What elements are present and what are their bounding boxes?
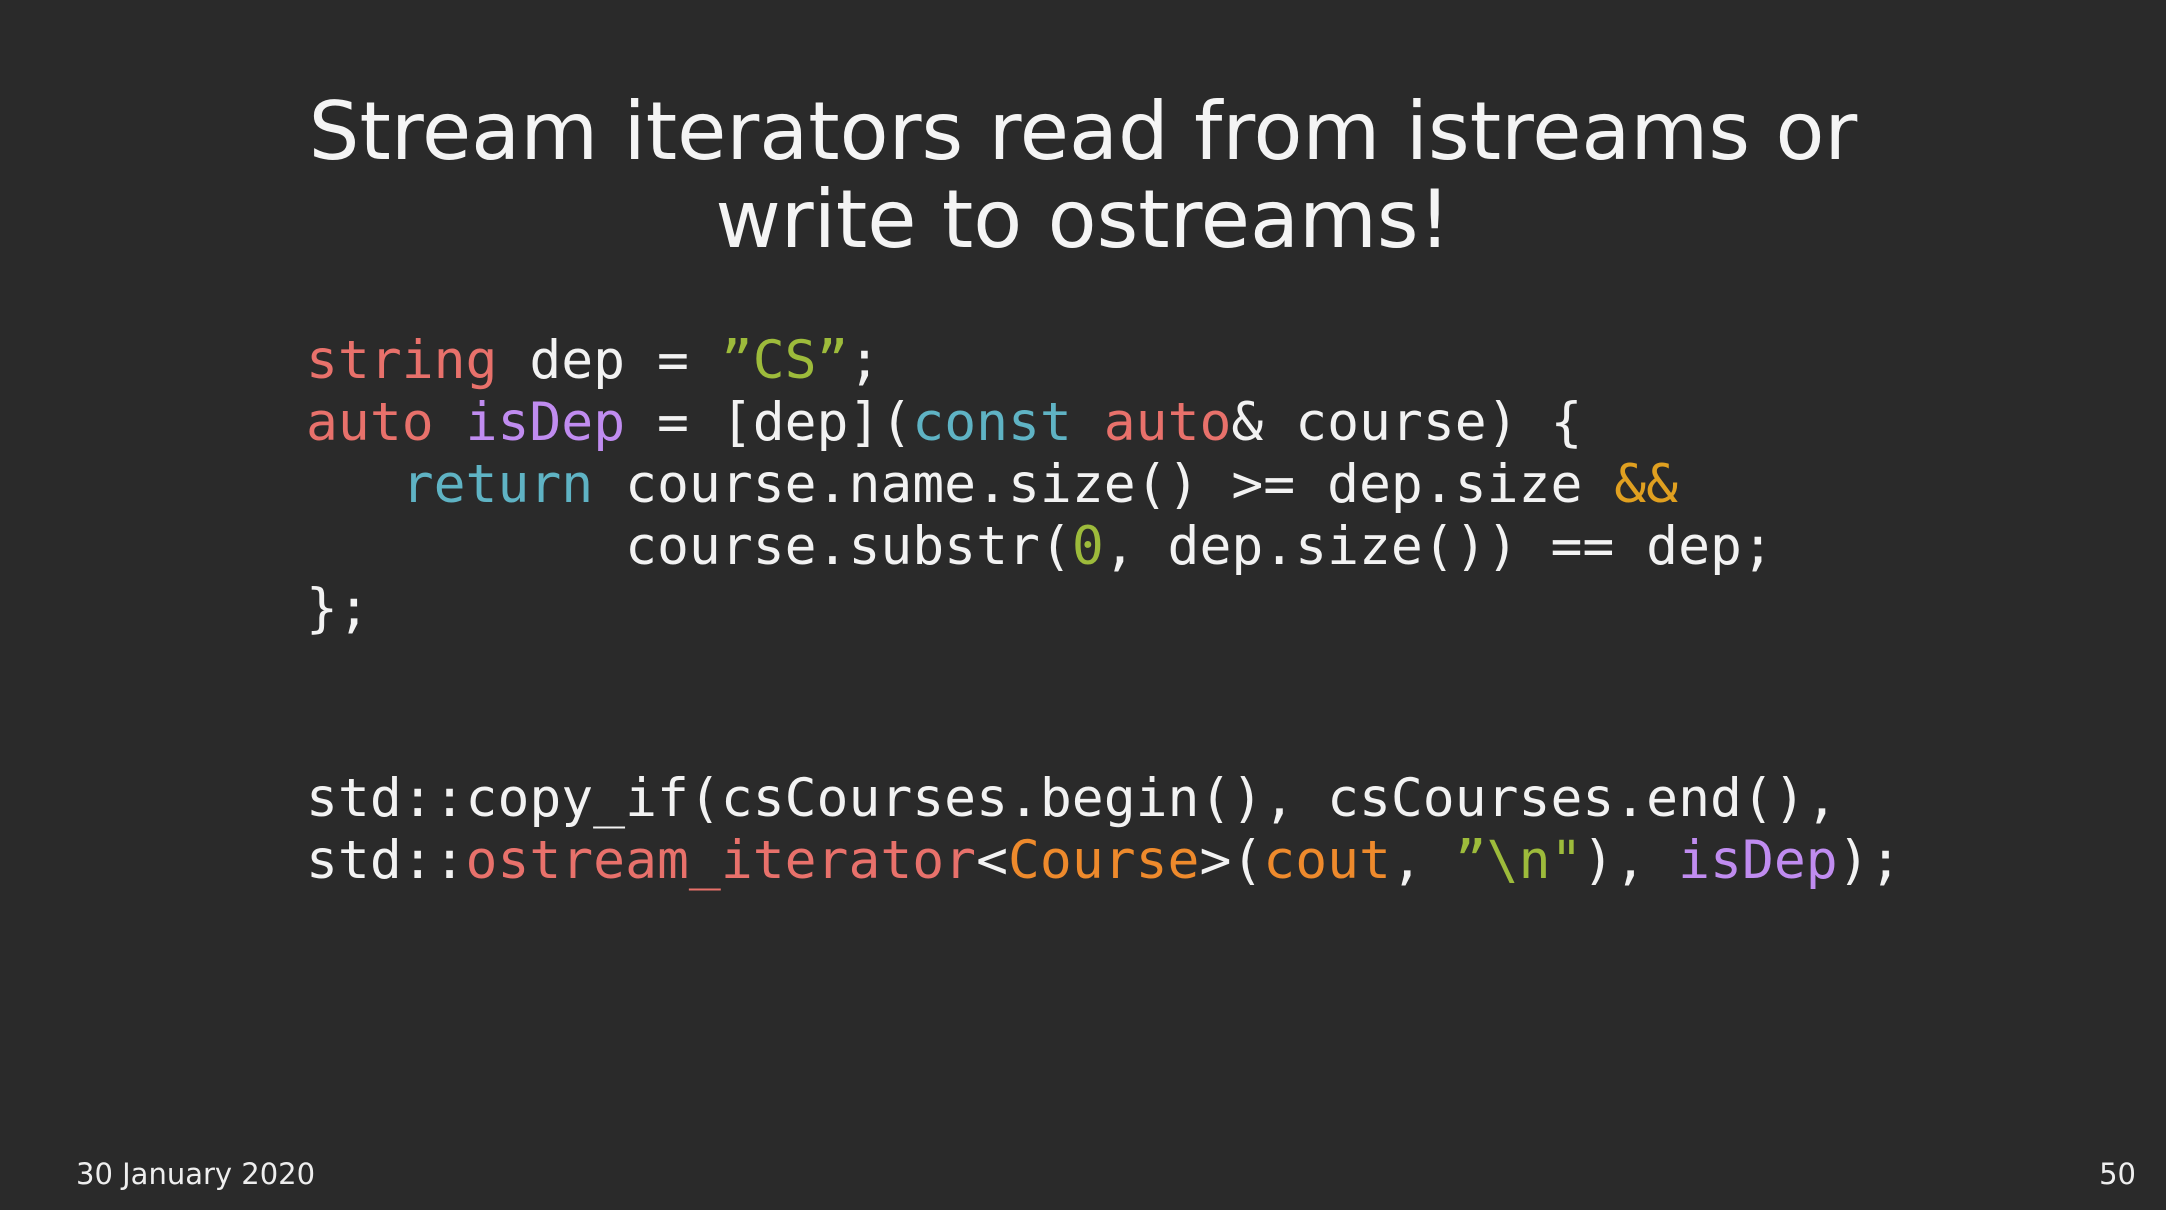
footer-date: 30 January 2020 — [76, 1157, 316, 1191]
code-token-plain: std::copy_if(csCourses.begin(), csCourse… — [306, 768, 1838, 829]
code-token-number: 0 — [1071, 516, 1104, 577]
code-token-string: ”\n" — [1454, 830, 1583, 891]
code-token-plain: ; — [848, 330, 881, 391]
code-line: auto isDep = [dep](const auto& course) { — [306, 392, 1774, 454]
code-token-function: isDep — [1678, 830, 1838, 891]
code-token-plain: std:: — [306, 830, 466, 891]
code-token-plain: ), — [1582, 830, 1679, 891]
code-token-keyword: return — [401, 454, 594, 515]
code-line: std::copy_if(csCourses.begin(), csCourse… — [306, 768, 1902, 830]
slide-title: Stream iterators read from istreams or w… — [0, 88, 2166, 264]
slide: Stream iterators read from istreams or w… — [0, 0, 2166, 1210]
code-line: string dep = ”CS”; — [306, 330, 1774, 392]
code-line: std::ostream_iterator<Course>(cout, ”\n"… — [306, 830, 1902, 892]
code-token-string: ”CS” — [720, 330, 849, 391]
code-token-operator: && — [1614, 454, 1679, 515]
code-token-plain: dep = — [497, 330, 721, 391]
code-token-plain: , dep.size()) == dep; — [1103, 516, 1774, 577]
code-block-copy-if: std::copy_if(csCourses.begin(), csCourse… — [306, 768, 1902, 892]
code-line: course.substr(0, dep.size()) == dep; — [306, 516, 1774, 578]
code-token-plain: = [dep]( — [625, 392, 913, 453]
code-token-plain: < — [976, 830, 1009, 891]
code-token-plain: & course) { — [1231, 392, 1583, 453]
code-token-plain: ); — [1837, 830, 1902, 891]
code-line: }; — [306, 578, 1774, 640]
slide-title-line-2: write to ostreams! — [715, 173, 1451, 266]
code-line: return course.name.size() >= dep.size && — [306, 454, 1774, 516]
slide-title-line-1: Stream iterators read from istreams or — [308, 85, 1858, 178]
code-token-variable: cout — [1263, 830, 1391, 891]
code-token-type: string — [306, 330, 498, 391]
code-token-plain: }; — [306, 578, 370, 639]
code-block-lambda: string dep = ”CS”; auto isDep = [dep](con… — [306, 330, 1774, 640]
code-token-plain: course.substr( — [306, 516, 1072, 577]
code-token-variable: Course — [1008, 830, 1200, 891]
code-token-plain: >( — [1199, 830, 1264, 891]
code-token-type: auto — [1103, 392, 1232, 453]
code-token-type: auto — [306, 392, 434, 453]
page-number: 50 — [2099, 1157, 2136, 1191]
code-token-plain: course.name.size() >= dep.size — [593, 454, 1615, 515]
code-token-function: isDep — [465, 392, 626, 453]
code-token-type: ostream_iterator — [465, 830, 977, 891]
code-token-keyword: const — [912, 392, 1072, 453]
code-token-plain: , — [1390, 830, 1455, 891]
